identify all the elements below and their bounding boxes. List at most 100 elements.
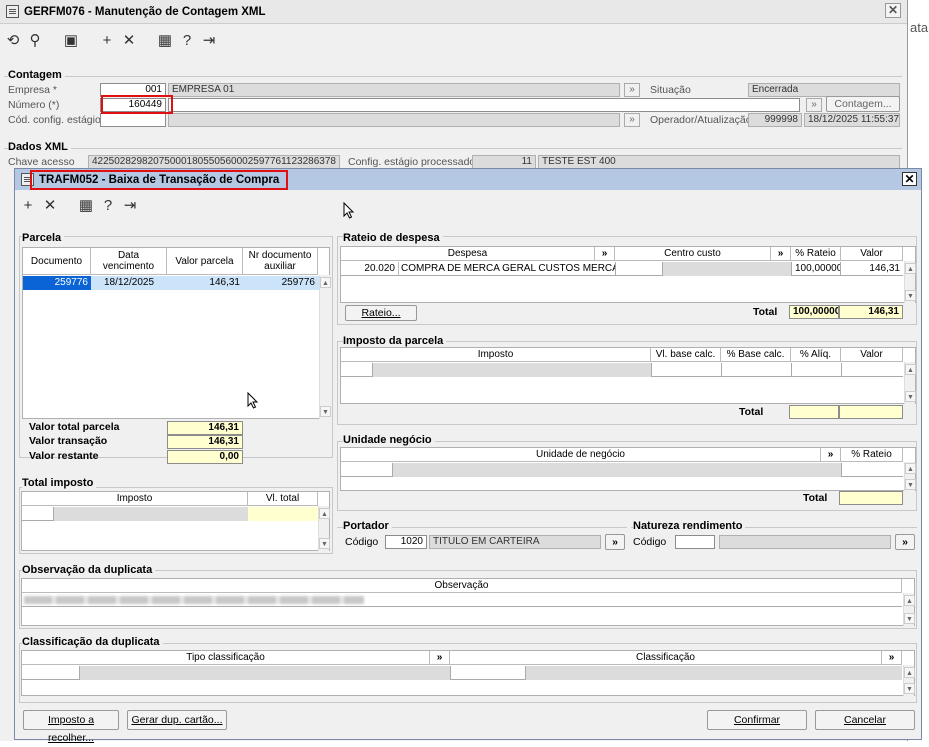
- header-aliq[interactable]: % Alíq.: [791, 348, 841, 362]
- calendar-icon[interactable]: ▦: [75, 195, 97, 215]
- table-row[interactable]: 20.020 COMPRA DE MERCA GERAL CUSTOS MERC…: [341, 262, 903, 276]
- despesa-name-cell[interactable]: COMPRA DE MERCA GERAL CUSTOS MERCADO: [399, 262, 615, 276]
- save-icon[interactable]: ▣: [60, 30, 82, 50]
- unidade-scrollbar[interactable]: ▲ ▼: [904, 462, 916, 491]
- help-icon[interactable]: ?: [176, 30, 198, 50]
- observacao-row[interactable]: [22, 593, 902, 607]
- valor-cell[interactable]: 146,31: [841, 262, 903, 276]
- mouse-cursor-icon: [247, 392, 259, 409]
- undo-icon[interactable]: ⟲: [2, 30, 24, 50]
- scroll-down-icon[interactable]: ▼: [904, 613, 915, 624]
- pct-rateio-cell[interactable]: 100,00000: [791, 262, 841, 276]
- header-pct-rateio[interactable]: % Rateio: [841, 448, 903, 462]
- valor-cell[interactable]: 146,31: [167, 276, 243, 290]
- header-imposto[interactable]: Imposto: [22, 492, 248, 506]
- header-tipo-classificacao[interactable]: Tipo classificação: [22, 651, 430, 665]
- scroll-down-icon[interactable]: ▼: [905, 479, 916, 490]
- scroll-up-icon[interactable]: ▲: [905, 263, 916, 274]
- header-despesa[interactable]: Despesa: [341, 247, 595, 261]
- despesa-lookup-icon[interactable]: »: [595, 247, 615, 261]
- delete-icon[interactable]: ✕: [39, 195, 61, 215]
- rateio-table[interactable]: Despesa » Centro custo » % Rateio Valor …: [340, 246, 916, 303]
- imposto-recolher-button[interactable]: Imposto a recolher...: [23, 710, 119, 744]
- scroll-down-icon[interactable]: ▼: [319, 538, 330, 549]
- rateio-scrollbar[interactable]: ▲ ▼: [904, 261, 916, 303]
- natureza-lookup-button[interactable]: »: [895, 534, 915, 550]
- nr-aux-cell[interactable]: 259776: [243, 276, 318, 290]
- scroll-up-icon[interactable]: ▲: [904, 667, 915, 678]
- portador-codigo-field[interactable]: 1020: [385, 535, 427, 549]
- scroll-up-icon[interactable]: ▲: [905, 463, 916, 474]
- table-row[interactable]: 259776 18/12/2025 146,31 259776: [23, 276, 319, 290]
- add-icon[interactable]: +: [96, 30, 118, 50]
- classificacao-scrollbar[interactable]: ▲ ▼: [903, 665, 915, 696]
- scroll-up-icon[interactable]: ▲: [905, 364, 916, 375]
- scroll-down-icon[interactable]: ▼: [905, 391, 916, 402]
- header-imposto[interactable]: Imposto: [341, 348, 651, 362]
- add-icon[interactable]: +: [17, 195, 39, 215]
- scroll-up-icon[interactable]: ▲: [320, 277, 331, 288]
- rateio-button[interactable]: Rateio...: [345, 305, 417, 321]
- header-valor-parcela[interactable]: Valor parcela: [167, 248, 243, 275]
- confirmar-button[interactable]: Confirmar: [707, 710, 807, 730]
- total-imposto-scrollbar[interactable]: ▲ ▼: [318, 506, 330, 551]
- exit-icon[interactable]: ⇥: [198, 30, 220, 50]
- calendar-icon[interactable]: ▦: [154, 30, 176, 50]
- scroll-down-icon[interactable]: ▼: [320, 406, 331, 417]
- help-icon[interactable]: ?: [97, 195, 119, 215]
- header-vl-base[interactable]: Vl. base calc.: [651, 348, 721, 362]
- total-imposto-table[interactable]: Imposto Vl. total ▲ ▼: [21, 491, 330, 551]
- table-row[interactable]: [341, 363, 903, 377]
- numero-lookup-button[interactable]: »: [806, 98, 822, 112]
- portador-lookup-button[interactable]: »: [605, 534, 625, 550]
- header-pct-rateio[interactable]: % Rateio: [791, 247, 841, 261]
- cod-config-lookup-button[interactable]: »: [624, 113, 640, 127]
- cancelar-button[interactable]: Cancelar: [815, 710, 915, 730]
- natureza-codigo-field[interactable]: [675, 535, 715, 549]
- observacao-table[interactable]: Observação ▲ ▼: [21, 578, 915, 626]
- header-valor[interactable]: Valor: [841, 348, 903, 362]
- scroll-up-icon[interactable]: ▲: [319, 508, 330, 519]
- header-nr-documento[interactable]: Nr documento auxiliar: [243, 248, 318, 275]
- contagem-button[interactable]: Contagem...: [826, 96, 900, 112]
- documento-cell[interactable]: 259776: [23, 276, 91, 290]
- header-data-vencimento[interactable]: Data vencimento: [91, 248, 167, 275]
- tipo-lookup-icon[interactable]: »: [430, 651, 450, 665]
- header-classificacao[interactable]: Classificação: [450, 651, 882, 665]
- despesa-code-cell[interactable]: 20.020: [341, 262, 399, 276]
- dialog-close-icon[interactable]: ✕: [902, 172, 917, 186]
- scroll-down-icon[interactable]: ▼: [905, 290, 916, 301]
- unidade-lookup-icon[interactable]: »: [821, 448, 841, 462]
- unidade-table[interactable]: Unidade de negócio » % Rateio ▲ ▼: [340, 447, 916, 491]
- parcela-legend: Parcela: [22, 232, 65, 244]
- header-pct-base[interactable]: % Base calc.: [721, 348, 791, 362]
- parcela-table[interactable]: Documento Data vencimento Valor parcela …: [22, 247, 331, 419]
- exit-icon[interactable]: ⇥: [119, 195, 141, 215]
- table-row[interactable]: [341, 463, 903, 477]
- header-documento[interactable]: Documento: [23, 248, 91, 275]
- header-unidade[interactable]: Unidade de negócio: [341, 448, 821, 462]
- table-row[interactable]: [22, 666, 902, 680]
- imposto-parcela-table[interactable]: Imposto Vl. base calc. % Base calc. % Al…: [340, 347, 916, 404]
- close-icon[interactable]: ✕: [885, 3, 901, 18]
- header-vl-total[interactable]: Vl. total: [248, 492, 318, 506]
- vencimento-cell[interactable]: 18/12/2025: [91, 276, 167, 290]
- observacao-scrollbar[interactable]: ▲ ▼: [903, 593, 915, 626]
- empresa-lookup-button[interactable]: »: [624, 83, 640, 97]
- gerar-dup-cartao-button[interactable]: Gerar dup. cartão...: [127, 710, 227, 730]
- search-icon[interactable]: ⚲: [24, 30, 46, 50]
- table-row[interactable]: [22, 507, 318, 521]
- parcela-scrollbar[interactable]: ▲ ▼: [319, 275, 331, 419]
- scroll-up-icon[interactable]: ▲: [904, 595, 915, 606]
- header-observacao[interactable]: Observação: [22, 579, 902, 593]
- header-centro-custo[interactable]: Centro custo: [615, 247, 771, 261]
- header-valor[interactable]: Valor: [841, 247, 903, 261]
- classificacao-lookup-icon[interactable]: »: [882, 651, 902, 665]
- scroll-down-icon[interactable]: ▼: [904, 683, 915, 694]
- classificacao-table[interactable]: Tipo classificação » Classificação » ▲ ▼: [21, 650, 915, 696]
- centro-custo-lookup-icon[interactable]: »: [771, 247, 791, 261]
- cod-config-field[interactable]: [100, 113, 166, 127]
- delete-icon[interactable]: ✕: [118, 30, 140, 50]
- imposto-parcela-scrollbar[interactable]: ▲ ▼: [904, 362, 916, 404]
- chave-field: 4225028298207500018055056000259776112328…: [88, 155, 340, 169]
